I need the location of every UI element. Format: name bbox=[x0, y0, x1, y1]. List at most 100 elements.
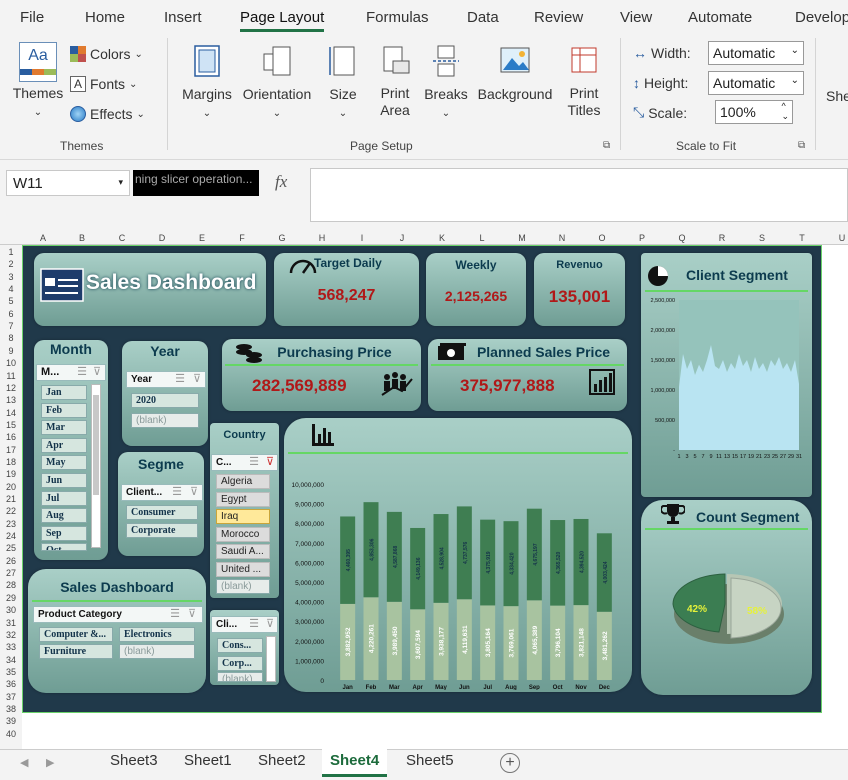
column-header[interactable]: Q bbox=[672, 233, 692, 243]
tab-review[interactable]: Review bbox=[534, 9, 583, 26]
column-header[interactable]: O bbox=[592, 233, 612, 243]
breaks-button[interactable]: Breaks ⌄ bbox=[422, 44, 470, 123]
row-header[interactable]: 38 bbox=[0, 703, 22, 715]
size-button[interactable]: Size ⌄ bbox=[324, 44, 362, 123]
print-area-button[interactable]: Print Area bbox=[370, 44, 420, 119]
row-header[interactable]: 13 bbox=[0, 394, 22, 406]
column-header[interactable]: A bbox=[33, 233, 53, 243]
row-header[interactable]: 5 bbox=[0, 295, 22, 307]
row-header[interactable]: 16 bbox=[0, 431, 22, 443]
height-dropdown[interactable]: Automatic ⌄ bbox=[708, 71, 804, 95]
row-header[interactable]: 24 bbox=[0, 530, 22, 542]
row-header[interactable]: 26 bbox=[0, 555, 22, 567]
product-item[interactable]: Furniture bbox=[39, 644, 113, 659]
function-icon[interactable]: fx bbox=[275, 172, 287, 192]
row-header[interactable]: 20 bbox=[0, 481, 22, 493]
tab-data[interactable]: Data bbox=[467, 9, 499, 26]
margins-button[interactable]: Margins ⌄ bbox=[180, 44, 234, 123]
row-header[interactable]: 21 bbox=[0, 493, 22, 505]
add-sheet-icon[interactable]: + bbox=[500, 753, 520, 773]
tab-automate[interactable]: Automate bbox=[688, 9, 752, 26]
name-box[interactable]: W11 ▾ bbox=[6, 170, 130, 196]
clear-filter-icon[interactable]: ⊽ bbox=[188, 607, 196, 622]
row-header[interactable]: 15 bbox=[0, 419, 22, 431]
clear-filter-icon[interactable]: ⊽ bbox=[93, 365, 101, 380]
print-titles-button[interactable]: Print Titles bbox=[560, 44, 608, 119]
effects-button[interactable]: Effects ⌄ bbox=[70, 106, 145, 122]
multiselect-icon[interactable]: ☰ bbox=[249, 455, 259, 470]
row-header[interactable]: 37 bbox=[0, 691, 22, 703]
column-header[interactable]: B bbox=[72, 233, 92, 243]
width-dropdown[interactable]: Automatic ⌄ bbox=[708, 41, 804, 65]
segment-item[interactable]: Consumer bbox=[126, 505, 198, 520]
sheet-tab[interactable]: Sheet2 bbox=[258, 752, 306, 769]
row-header[interactable]: 36 bbox=[0, 678, 22, 690]
tab-formulas[interactable]: Formulas bbox=[366, 9, 429, 26]
month-item[interactable]: May bbox=[41, 455, 87, 471]
row-header[interactable]: 10 bbox=[0, 357, 22, 369]
column-header[interactable]: J bbox=[392, 233, 412, 243]
multiselect-icon[interactable]: ☰ bbox=[170, 607, 180, 622]
country-item[interactable]: Morocco bbox=[216, 526, 270, 542]
scale-spinner[interactable]: 100% ^ ⌄ bbox=[715, 100, 793, 124]
sheet-options-cut[interactable]: She bbox=[826, 88, 848, 104]
colors-button[interactable]: Colors ⌄ bbox=[70, 46, 143, 62]
row-header[interactable]: 3 bbox=[0, 271, 22, 283]
row-header[interactable]: 35 bbox=[0, 666, 22, 678]
sheet-tab-active[interactable]: Sheet4 bbox=[322, 749, 388, 777]
background-button[interactable]: Background bbox=[474, 44, 556, 104]
client-slicer-scrollbar[interactable] bbox=[266, 636, 276, 682]
month-item[interactable]: Sep bbox=[41, 525, 87, 541]
month-item[interactable]: Apr bbox=[41, 437, 87, 453]
row-header[interactable]: 31 bbox=[0, 617, 22, 629]
column-header[interactable]: S bbox=[752, 233, 772, 243]
column-header[interactable]: I bbox=[352, 233, 372, 243]
column-header[interactable]: U bbox=[832, 233, 848, 243]
themes-button[interactable]: Aa Themes ⌄ bbox=[10, 42, 66, 122]
row-header[interactable]: 28 bbox=[0, 579, 22, 591]
client-item[interactable]: Cons... bbox=[217, 638, 263, 653]
country-item[interactable]: Iraq bbox=[216, 509, 270, 524]
multiselect-icon[interactable]: ☰ bbox=[77, 365, 87, 380]
country-item[interactable]: Algeria bbox=[216, 474, 270, 489]
fonts-button[interactable]: A Fonts ⌄ bbox=[70, 76, 137, 92]
country-item[interactable]: United ... bbox=[216, 561, 270, 577]
tab-developer[interactable]: Develop bbox=[795, 9, 848, 26]
month-item[interactable]: Aug bbox=[41, 508, 87, 524]
column-header[interactable]: L bbox=[472, 233, 492, 243]
client-item[interactable]: Corp... bbox=[217, 656, 263, 671]
month-item[interactable]: Jul bbox=[41, 490, 87, 506]
column-header[interactable]: F bbox=[232, 233, 252, 243]
row-header[interactable]: 27 bbox=[0, 567, 22, 579]
tab-view[interactable]: View bbox=[620, 9, 652, 26]
month-slicer-scrollbar[interactable] bbox=[91, 384, 101, 548]
row-header[interactable]: 29 bbox=[0, 592, 22, 604]
sheet-tab[interactable]: Sheet5 bbox=[406, 752, 454, 769]
column-header[interactable]: C bbox=[112, 233, 132, 243]
column-header[interactable]: G bbox=[272, 233, 292, 243]
month-item[interactable]: Oct bbox=[41, 543, 87, 552]
country-item[interactable]: (blank) bbox=[216, 579, 270, 594]
row-header[interactable]: 19 bbox=[0, 468, 22, 480]
scroll-left-icon[interactable]: ◀ bbox=[20, 756, 28, 769]
row-header[interactable]: 14 bbox=[0, 407, 22, 419]
country-item[interactable]: Egypt bbox=[216, 491, 270, 507]
row-header[interactable]: 4 bbox=[0, 283, 22, 295]
tab-home[interactable]: Home bbox=[85, 9, 125, 26]
row-header[interactable]: 8 bbox=[0, 332, 22, 344]
row-header[interactable]: 9 bbox=[0, 345, 22, 357]
year-item[interactable]: 2020 bbox=[131, 393, 199, 408]
month-item[interactable]: Jun bbox=[41, 473, 87, 488]
column-header[interactable]: N bbox=[552, 233, 572, 243]
column-header[interactable]: D bbox=[152, 233, 172, 243]
row-header[interactable]: 17 bbox=[0, 444, 22, 456]
row-header[interactable]: 39 bbox=[0, 715, 22, 727]
client-item[interactable]: (blank) bbox=[217, 672, 263, 682]
column-header[interactable]: T bbox=[792, 233, 812, 243]
row-header[interactable]: 7 bbox=[0, 320, 22, 332]
tab-insert[interactable]: Insert bbox=[164, 9, 202, 26]
sheet-tab[interactable]: Sheet1 bbox=[184, 752, 232, 769]
multiselect-icon[interactable]: ☰ bbox=[175, 372, 185, 387]
column-header[interactable]: K bbox=[432, 233, 452, 243]
scroll-right-icon[interactable]: ▶ bbox=[46, 756, 54, 769]
